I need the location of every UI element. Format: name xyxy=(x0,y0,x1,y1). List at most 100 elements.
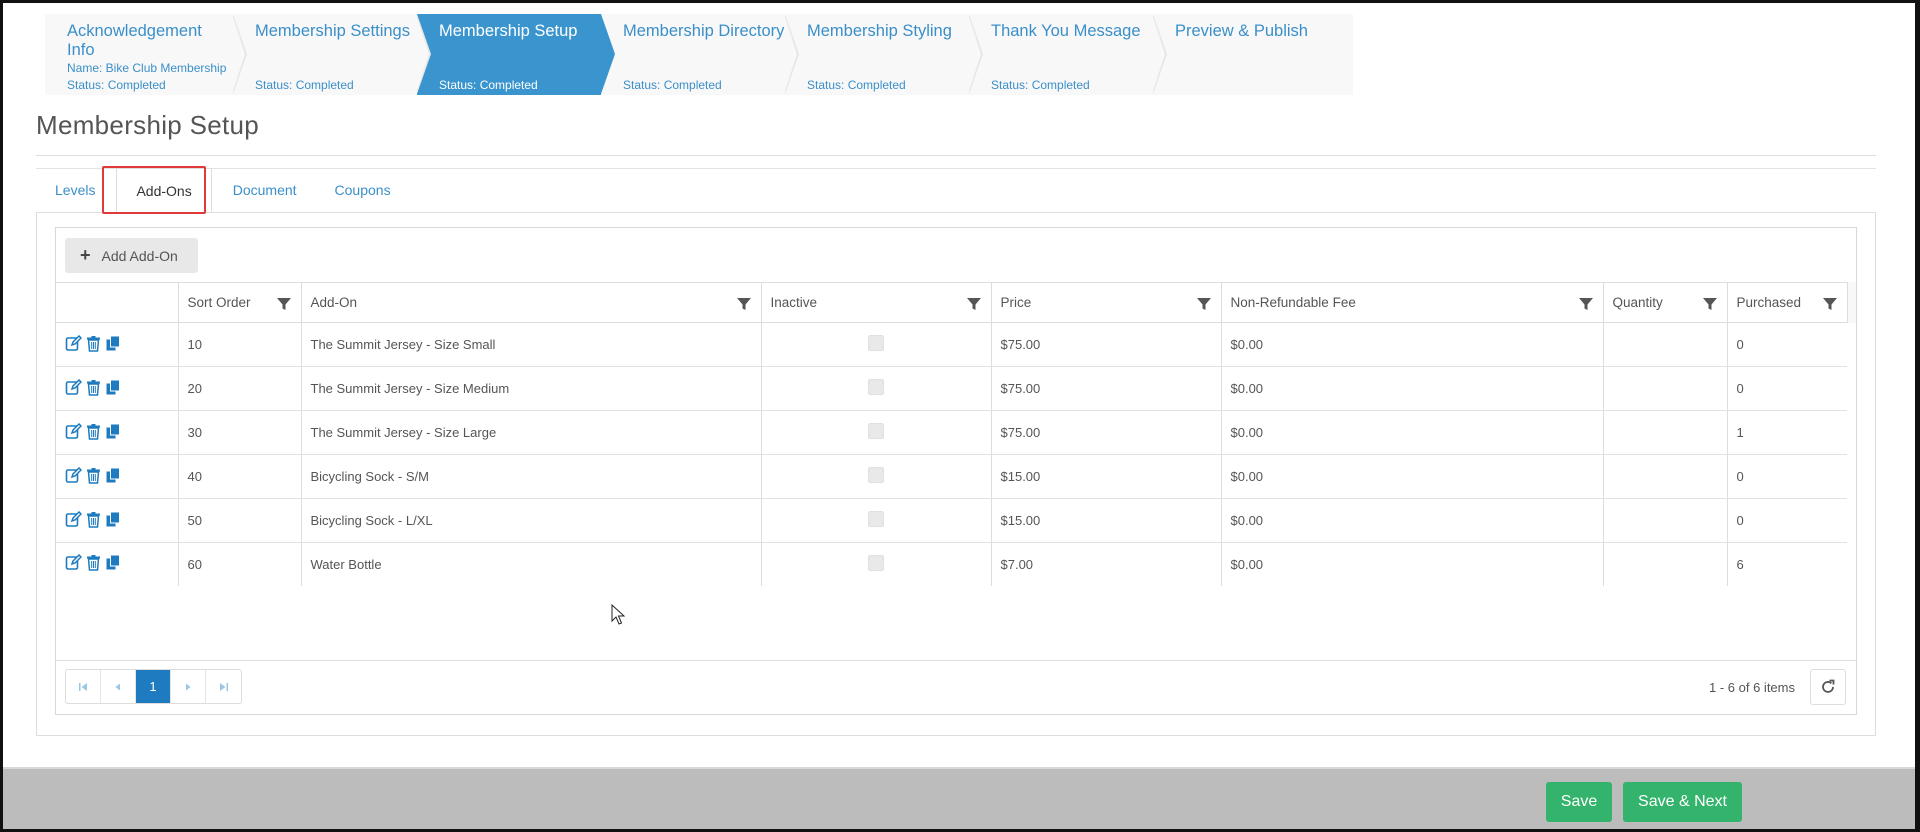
copy-icon[interactable] xyxy=(105,379,122,399)
edit-icon[interactable] xyxy=(65,554,82,574)
trash-icon[interactable] xyxy=(85,379,102,399)
cell-inactive xyxy=(760,542,991,586)
wizard-step-membership-styling[interactable]: Membership Styling Status: Completed xyxy=(785,14,983,95)
cell-inactive xyxy=(760,366,991,411)
cell-add-on: The Summit Jersey - Size Small xyxy=(300,322,761,367)
cell-quantity xyxy=(1602,454,1727,499)
cell-price: $75.00 xyxy=(990,410,1221,455)
trash-icon[interactable] xyxy=(85,554,102,574)
table-row: 40 Bicycling Sock - S/M $15.00 $0.00 0 xyxy=(56,454,1847,499)
wizard-step-title: Membership Setup xyxy=(439,22,578,40)
filter-icon[interactable] xyxy=(1196,297,1211,311)
column-header-price[interactable]: Price xyxy=(990,282,1221,323)
wizard-step-status: Status: Completed xyxy=(439,78,538,92)
copy-icon[interactable] xyxy=(105,511,122,531)
next-page-icon[interactable] xyxy=(171,670,206,703)
first-page-icon[interactable] xyxy=(66,670,101,703)
row-actions xyxy=(56,498,178,543)
edit-icon[interactable] xyxy=(65,422,82,443)
copy-icon[interactable] xyxy=(105,335,122,355)
wizard-step-title: Preview & Publish xyxy=(1175,22,1308,40)
trash-icon[interactable] xyxy=(85,511,102,531)
row-actions xyxy=(56,366,178,411)
inactive-checkbox[interactable] xyxy=(868,379,884,395)
cell-price: $15.00 xyxy=(990,498,1221,543)
edit-icon[interactable] xyxy=(65,510,82,531)
filter-icon[interactable] xyxy=(736,297,751,311)
last-page-icon[interactable] xyxy=(206,670,241,703)
wizard-step-thank-you-message[interactable]: Thank You Message Status: Completed xyxy=(969,14,1167,95)
cell-price: $15.00 xyxy=(990,454,1221,499)
cell-sort-order: 30 xyxy=(177,410,301,455)
row-actions xyxy=(56,410,178,455)
tab-coupons[interactable]: Coupons xyxy=(316,168,410,212)
inactive-checkbox[interactable] xyxy=(868,423,884,439)
edit-icon[interactable] xyxy=(65,466,82,487)
filter-icon[interactable] xyxy=(1578,297,1593,311)
column-header-actions xyxy=(56,282,178,323)
filter-icon[interactable] xyxy=(276,297,291,311)
copy-icon[interactable] xyxy=(105,554,122,574)
inactive-checkbox[interactable] xyxy=(868,554,884,571)
cell-non-refundable-fee: $0.00 xyxy=(1220,498,1603,543)
inactive-checkbox[interactable] xyxy=(868,335,884,351)
cell-sort-order: 20 xyxy=(177,366,301,411)
cell-purchased: 1 xyxy=(1726,410,1847,455)
cell-purchased: 0 xyxy=(1726,454,1847,499)
edit-icon[interactable] xyxy=(65,378,82,399)
tab-bar: Levels Add-Ons Document Coupons xyxy=(36,168,410,212)
trash-icon[interactable] xyxy=(85,423,102,443)
inactive-checkbox[interactable] xyxy=(868,511,884,527)
wizard-step-title: Thank You Message xyxy=(991,22,1141,40)
column-header-purchased[interactable]: Purchased xyxy=(1726,282,1847,323)
pager-divider xyxy=(56,660,1856,661)
cell-inactive xyxy=(760,454,991,499)
cell-add-on: Bicycling Sock - S/M xyxy=(300,454,761,499)
table-header-row: Sort Order Add-On Inactive Price Non-Ref… xyxy=(56,282,1847,323)
column-header-sort-order[interactable]: Sort Order xyxy=(177,282,301,323)
table-row: 10 The Summit Jersey - Size Small $75.00 $0… xyxy=(56,322,1847,367)
cell-quantity xyxy=(1602,542,1727,586)
copy-icon[interactable] xyxy=(105,423,122,443)
copy-icon[interactable] xyxy=(105,467,122,487)
column-header-label: Non-Refundable Fee xyxy=(1230,295,1356,310)
tab-document[interactable]: Document xyxy=(214,168,316,212)
previous-page-icon[interactable] xyxy=(101,670,136,703)
filter-icon[interactable] xyxy=(1823,297,1837,311)
edit-icon[interactable] xyxy=(65,334,82,355)
page-number-button[interactable]: 1 xyxy=(136,670,171,703)
refresh-icon xyxy=(1822,679,1835,693)
table-row: 20 The Summit Jersey - Size Medium $75.00 $… xyxy=(56,366,1847,411)
cell-sort-order: 10 xyxy=(177,322,301,367)
column-header-add-on[interactable]: Add-On xyxy=(300,282,761,323)
trash-icon[interactable] xyxy=(85,467,102,487)
wizard-step-status: Status: Completed xyxy=(255,78,354,92)
cell-add-on: The Summit Jersey - Size Large xyxy=(300,410,761,455)
column-header-inactive[interactable]: Inactive xyxy=(760,282,991,323)
cell-inactive xyxy=(760,322,991,367)
wizard-step-preview-publish[interactable]: Preview & Publish xyxy=(1153,14,1353,95)
wizard-step-acknowledgement-info[interactable]: Acknowledgement Info Name: Bike Club Mem… xyxy=(45,14,247,95)
inactive-checkbox[interactable] xyxy=(868,467,884,483)
add-add-on-button[interactable]: + Add Add-On xyxy=(65,238,198,273)
grid-header-scroll-gutter xyxy=(1847,282,1856,323)
cell-purchased: 0 xyxy=(1726,366,1847,411)
filter-icon[interactable] xyxy=(1702,297,1717,311)
cell-inactive xyxy=(760,498,991,543)
wizard-step-name: Name: Bike Club Membership xyxy=(67,61,227,75)
cell-purchased: 0 xyxy=(1726,498,1847,543)
wizard-step-membership-setup[interactable]: Membership Setup Status: Completed xyxy=(417,14,615,95)
cell-non-refundable-fee: $0.00 xyxy=(1220,454,1603,499)
column-header-quantity[interactable]: Quantity xyxy=(1602,282,1727,323)
save-and-next-button[interactable]: Save & Next xyxy=(1623,782,1742,822)
column-header-non-refundable-fee[interactable]: Non-Refundable Fee xyxy=(1220,282,1603,323)
filter-icon[interactable] xyxy=(966,297,981,311)
wizard-step-status: Status: Completed xyxy=(991,78,1090,92)
refresh-button[interactable] xyxy=(1810,669,1846,705)
save-button[interactable]: Save xyxy=(1546,782,1612,822)
trash-icon[interactable] xyxy=(85,335,102,355)
add-add-on-label: Add Add-On xyxy=(101,247,178,264)
wizard-step-membership-settings[interactable]: Membership Settings Status: Completed xyxy=(233,14,431,95)
wizard-step-membership-directory[interactable]: Membership Directory Status: Completed xyxy=(601,14,799,95)
cell-add-on: The Summit Jersey - Size Medium xyxy=(300,366,761,411)
